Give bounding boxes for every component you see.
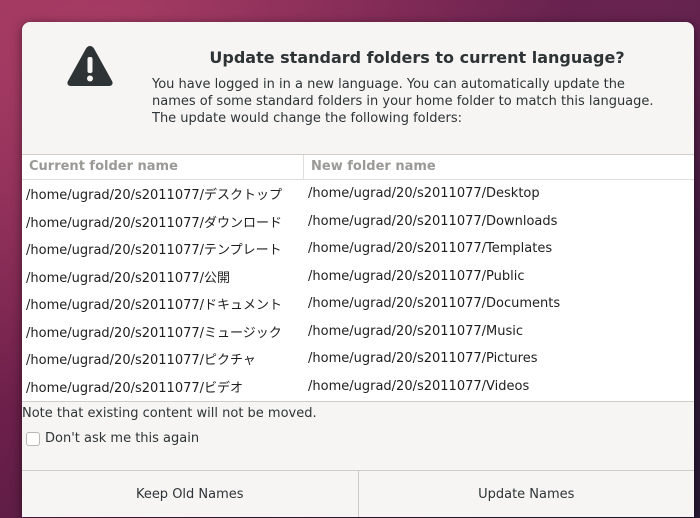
new-folder-cell: /home/ugrad/20/s2011077/Templates (308, 241, 553, 257)
column-header-current[interactable]: Current folder name (22, 155, 304, 179)
warning-icon (67, 46, 113, 86)
dont-ask-again-label[interactable]: Don't ask me this again (45, 431, 199, 446)
table-row[interactable]: /home/ugrad/20/s2011077/公開 /home/ugrad/2… (22, 263, 694, 291)
new-folder-cell: /home/ugrad/20/s2011077/Pictures (308, 351, 538, 367)
current-folder-cell: /home/ugrad/20/s2011077/ドキュメント (26, 298, 283, 314)
new-folder-cell: /home/ugrad/20/s2011077/Documents (308, 296, 561, 312)
new-folder-cell: /home/ugrad/20/s2011077/Public (308, 268, 525, 284)
current-folder-cell: /home/ugrad/20/s2011077/ダウンロード (26, 215, 283, 231)
update-folders-dialog: Update standard folders to current langu… (22, 22, 694, 517)
current-folder-cell: /home/ugrad/20/s2011077/公開 (26, 270, 231, 286)
dialog-header: Update standard folders to current langu… (22, 22, 694, 152)
table-row[interactable]: /home/ugrad/20/s2011077/ダウンロード /home/ugr… (22, 208, 694, 236)
keep-old-names-button[interactable]: Keep Old Names (22, 471, 359, 517)
table-row[interactable]: /home/ugrad/20/s2011077/ミュージック /home/ugr… (22, 318, 694, 346)
new-folder-cell: /home/ugrad/20/s2011077/Downloads (308, 213, 558, 229)
table-row[interactable]: /home/ugrad/20/s2011077/ピクチャ /home/ugrad… (22, 345, 694, 373)
new-folder-cell: /home/ugrad/20/s2011077/Desktop (308, 186, 540, 202)
table-header: Current folder name New folder name (22, 155, 694, 180)
table-row[interactable]: /home/ugrad/20/s2011077/テンプレート /home/ugr… (22, 235, 694, 263)
dialog-button-bar: Keep Old Names Update Names (22, 470, 694, 517)
new-folder-cell: /home/ugrad/20/s2011077/Videos (308, 378, 530, 394)
dont-ask-again-toggle[interactable]: Don't ask me this again (26, 431, 199, 446)
column-header-new[interactable]: New folder name (304, 155, 694, 179)
update-names-button[interactable]: Update Names (358, 471, 694, 517)
dialog-title: Update standard folders to current langu… (209, 48, 625, 67)
current-folder-cell: /home/ugrad/20/s2011077/ビデオ (26, 380, 244, 396)
table-row[interactable]: /home/ugrad/20/s2011077/ビデオ /home/ugrad/… (22, 373, 694, 401)
current-folder-cell: /home/ugrad/20/s2011077/ピクチャ (26, 353, 256, 369)
current-folder-cell: /home/ugrad/20/s2011077/デスクトップ (26, 188, 283, 204)
current-folder-cell: /home/ugrad/20/s2011077/テンプレート (26, 243, 282, 259)
dialog-description: You have logged in in a new language. Yo… (152, 77, 654, 126)
dont-ask-again-checkbox[interactable] (26, 431, 40, 446)
folder-table: Current folder name New folder name /hom… (22, 154, 694, 402)
table-row[interactable]: /home/ugrad/20/s2011077/デスクトップ /home/ugr… (22, 180, 694, 208)
move-note: Note that existing content will not be m… (22, 406, 317, 421)
table-row[interactable]: /home/ugrad/20/s2011077/ドキュメント /home/ugr… (22, 290, 694, 318)
new-folder-cell: /home/ugrad/20/s2011077/Music (308, 323, 524, 339)
current-folder-cell: /home/ugrad/20/s2011077/ミュージック (26, 325, 282, 341)
